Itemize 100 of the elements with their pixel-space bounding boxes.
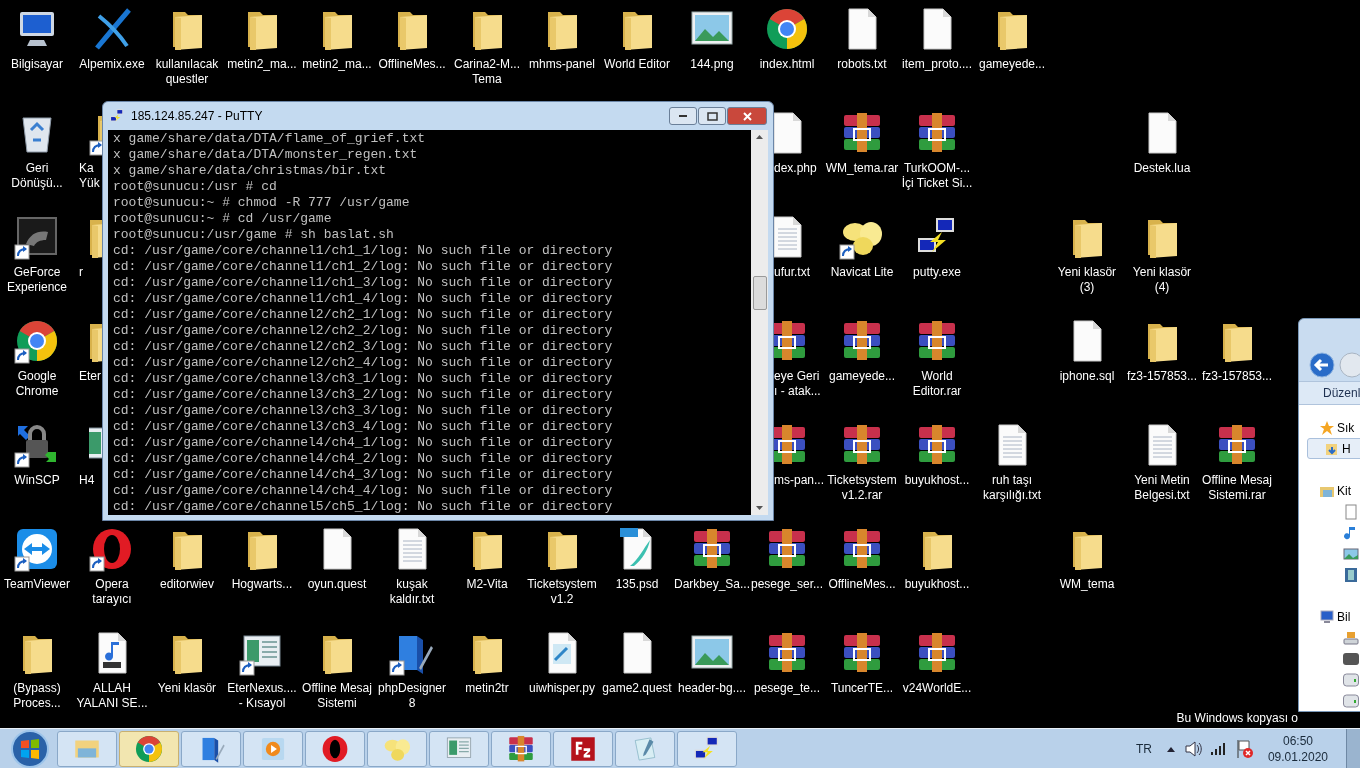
desktop-item[interactable]: GeForce Experience bbox=[0, 214, 75, 295]
terminal-line: x game/share/data/DTA/monster_regen.txt bbox=[113, 147, 418, 163]
desktop-item[interactable]: Alpemix.exe bbox=[74, 6, 150, 72]
desktop-item[interactable]: WM_tema.rar bbox=[824, 110, 900, 176]
scroll-up-icon[interactable] bbox=[756, 135, 763, 139]
desktop-item[interactable]: (Bypass) Proces... bbox=[0, 630, 75, 711]
terminal-line: x game/share/data/DTA/flame_of_grief.txt bbox=[113, 131, 426, 147]
desktop-item[interactable]: WM_tema bbox=[1049, 526, 1125, 592]
desktop-item[interactable]: metin2tr bbox=[449, 630, 525, 696]
terminal-line: cd: /usr/game/core/channel2/ch2_3/log: No such file or directory bbox=[113, 339, 613, 355]
desktop-item[interactable]: OfflineMes... bbox=[824, 526, 900, 592]
terminal-line: cd: /usr/game/core/channel2/ch2_4/log: No such file or directory bbox=[113, 355, 613, 371]
desktop-item[interactable]: mhms-panel bbox=[524, 6, 600, 72]
desktop-item[interactable]: Yeni Metin Belgesi.txt bbox=[1124, 422, 1200, 503]
terminal-line: cd: /usr/game/core/channel3/ch3_2/log: No such file or directory bbox=[113, 387, 613, 403]
desktop-item[interactable]: kuşak kaldır.txt bbox=[374, 526, 450, 607]
desktop-item[interactable]: game2.quest bbox=[599, 630, 675, 696]
nav-item[interactable]: Sık bbox=[1299, 417, 1360, 438]
desktop-item[interactable]: Offline Mesaj Sistemi bbox=[299, 630, 375, 711]
desktop-item[interactable]: buyukhost... bbox=[899, 526, 975, 592]
desktop-item[interactable]: gameyede... bbox=[824, 318, 900, 384]
scroll-down-icon[interactable] bbox=[756, 506, 763, 510]
desktop-item[interactable]: editorwiev bbox=[149, 526, 225, 592]
desktop-item[interactable]: metin2_ma... bbox=[299, 6, 375, 72]
windows-logo-icon bbox=[19, 737, 41, 760]
desktop-item[interactable]: pesege_te... bbox=[749, 630, 825, 696]
desktop-item[interactable]: Darkbey_Sa... bbox=[674, 526, 750, 592]
desktop-item[interactable]: gameyede... bbox=[974, 6, 1050, 72]
desktop-item[interactable]: Geri Dönüşü... bbox=[0, 110, 75, 191]
desktop-item[interactable]: Yeni klasör (3) bbox=[1049, 214, 1125, 295]
desktop-item[interactable]: kullanılacak questler bbox=[149, 6, 225, 87]
desktop-item[interactable]: buyukhost... bbox=[899, 422, 975, 488]
back-button[interactable] bbox=[1309, 352, 1335, 379]
desktop-item[interactable]: M2-Vita bbox=[449, 526, 525, 592]
desktop-item[interactable]: Yeni klasör (4) bbox=[1124, 214, 1200, 295]
desktop-item[interactable]: Ticketsystem v1.2 bbox=[524, 526, 600, 607]
taskbar-button[interactable] bbox=[305, 730, 365, 767]
terminal-line: cd: /usr/game/core/channel1/ch1_3/log: No such file or directory bbox=[113, 275, 613, 291]
terminal-line: root@sunucu:~ # chmod -R 777 /usr/game bbox=[113, 195, 410, 211]
clock-date[interactable]: 09.01.2020 bbox=[1267, 748, 1328, 765]
minimize-button[interactable] bbox=[669, 107, 697, 125]
taskbar-button[interactable] bbox=[181, 730, 241, 767]
star-icon bbox=[1319, 419, 1335, 436]
desktop-item[interactable]: WinSCP bbox=[0, 422, 75, 488]
speaker-icon[interactable] bbox=[1183, 740, 1202, 757]
desktop-item[interactable]: uiwhisper.py bbox=[524, 630, 600, 696]
nav-item[interactable]: Bil bbox=[1299, 606, 1360, 627]
nav-item[interactable]: Kit bbox=[1299, 480, 1360, 501]
desktop-item[interactable]: v24WorldE... bbox=[899, 630, 975, 696]
desktop-item[interactable]: 144.png bbox=[674, 6, 750, 72]
desktop-item[interactable]: TuncerTE... bbox=[824, 630, 900, 696]
terminal-line: cd: /usr/game/core/channel1/ch1_4/log: No such file or directory bbox=[113, 291, 613, 307]
desktop-item[interactable]: World Editor bbox=[599, 6, 675, 72]
desktop-item[interactable]: fz3-157853... bbox=[1124, 318, 1200, 384]
desktop-item[interactable]: 135.psd bbox=[599, 526, 675, 592]
desktop-item[interactable]: iphone.sql bbox=[1049, 318, 1125, 384]
desktop-item[interactable]: Hogwarts... bbox=[224, 526, 300, 592]
desktop-item[interactable]: Navicat Lite bbox=[824, 214, 900, 280]
clock-time[interactable]: 06:50 bbox=[1282, 732, 1313, 749]
desktop-item[interactable]: robots.txt bbox=[824, 6, 900, 72]
desktop-item[interactable]: ufur.txt bbox=[774, 214, 811, 280]
desktop-item[interactable]: Carina2-M... Tema bbox=[449, 6, 525, 87]
maximize-button[interactable] bbox=[698, 107, 726, 125]
terminal-line: cd: /usr/game/core/channel1/ch1_1/log: No such file or directory bbox=[113, 243, 613, 259]
signal-icon[interactable] bbox=[1209, 741, 1228, 756]
close-button[interactable] bbox=[727, 107, 767, 125]
desktop-item[interactable]: Bilgisayar bbox=[0, 6, 75, 72]
scrollbar[interactable] bbox=[751, 130, 768, 515]
show-desktop-button[interactable] bbox=[1346, 728, 1360, 768]
start-button[interactable] bbox=[11, 729, 49, 768]
desktop-item[interactable]: oyun.quest bbox=[299, 526, 375, 592]
desktop-item[interactable]: putty.exe bbox=[899, 214, 975, 280]
desktop-item[interactable]: metin2_ma... bbox=[224, 6, 300, 72]
desktop-item[interactable]: EterNexus.... - Kısayol bbox=[224, 630, 300, 711]
desktop-item[interactable]: World Editor.rar bbox=[899, 318, 975, 399]
desktop-item[interactable]: ruh taşı karşılığı.txt bbox=[974, 422, 1050, 503]
language-indicator[interactable]: TR bbox=[1135, 739, 1152, 758]
desktop-item[interactable]: Yeni klasör bbox=[149, 630, 225, 696]
desktop-item[interactable]: header-bg.... bbox=[674, 630, 750, 696]
desktop-item[interactable]: fz3-157853... bbox=[1199, 318, 1275, 384]
desktop-item[interactable]: item_proto.... bbox=[899, 6, 975, 72]
desktop-item[interactable]: ALLAH YALANI SE... bbox=[74, 630, 150, 711]
desktop-item[interactable]: phpDesigner 8 bbox=[374, 630, 450, 711]
desktop-item[interactable]: OfflineMes... bbox=[374, 6, 450, 72]
desktop-item[interactable]: TurkOOM-... İçi Ticket Si... bbox=[899, 110, 975, 191]
desktop-item[interactable]: index.html bbox=[749, 6, 825, 72]
desktop-item[interactable]: dex.php bbox=[774, 110, 817, 176]
desktop-item[interactable]: Destek.lua bbox=[1124, 110, 1200, 176]
desktop-item[interactable]: Ticketsystem v1.2.rar bbox=[824, 422, 900, 503]
flag-icon[interactable] bbox=[1235, 738, 1254, 759]
desktop-item[interactable]: pesege_ser... bbox=[749, 526, 825, 592]
drive-icon bbox=[1343, 629, 1359, 646]
desktop-item[interactable]: Opera tarayıcı bbox=[74, 526, 150, 607]
desktop-item[interactable]: Offline Mesaj Sistemi.rar bbox=[1199, 422, 1275, 503]
scroll-thumb[interactable] bbox=[752, 275, 767, 310]
nav-item[interactable]: H bbox=[1307, 438, 1360, 459]
taskbar-button[interactable] bbox=[677, 730, 737, 767]
desktop-item[interactable]: Google Chrome bbox=[0, 318, 75, 399]
taskbar-button[interactable] bbox=[553, 730, 613, 767]
desktop-item[interactable]: TeamViewer bbox=[0, 526, 75, 592]
